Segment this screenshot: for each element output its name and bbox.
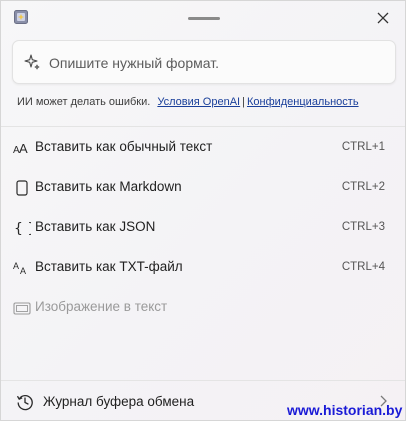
drag-handle[interactable] [188,17,220,20]
svg-text:A: A [19,141,28,155]
paste-txt-file-item[interactable]: A A Вставить как TXT-файл CTRL+4 [1,249,405,287]
shortcut-label: CTRL+4 [341,261,385,273]
privacy-link[interactable]: Конфиденциальность [247,96,359,108]
divider [1,380,405,381]
close-icon [377,12,389,24]
image-to-text-icon [13,300,31,316]
menu-item-label: Вставить как обычный текст [35,139,213,154]
close-button[interactable] [372,7,394,29]
paste-plain-text-item[interactable]: A A Вставить как обычный текст CTRL+1 [1,129,405,167]
advanced-paste-window: ИИ может делать ошибки. Условия OpenAI|К… [0,0,406,421]
format-prompt-input[interactable] [47,49,381,77]
menu-item-label: Вставить как TXT-файл [35,259,183,274]
history-icon [16,395,33,411]
app-icon [14,10,28,24]
ai-disclaimer: ИИ может делать ошибки. Условия OpenAI | К… [17,96,359,108]
menu-item-label: Вставить как JSON [35,219,156,234]
menu-item-label: Вставить как Markdown [35,179,182,194]
watermark: www.historian.by [287,402,403,418]
txt-file-icon: A A [13,260,31,276]
paste-markdown-item[interactable]: Вставить как Markdown CTRL+2 [1,169,405,207]
menu-item-label: Изображение в текст [35,299,168,314]
title-bar[interactable] [1,1,405,35]
prompt-box[interactable] [12,40,396,84]
sparkle-icon [24,54,40,70]
shortcut-label: CTRL+3 [341,221,385,233]
text-aa-icon: A A [13,140,31,156]
svg-text:A: A [13,261,19,271]
disclaimer-text: ИИ может делать ошибки. [17,96,151,108]
shortcut-label: CTRL+1 [341,141,385,153]
svg-text:{ }: { } [14,221,31,236]
openai-terms-link[interactable]: Условия OpenAI [157,96,240,108]
braces-icon: { } [13,220,31,236]
divider [1,126,405,127]
clipboard-history-label: Журнал буфера обмена [43,394,195,409]
svg-text:A: A [20,266,26,276]
paste-json-item[interactable]: { } Вставить как JSON CTRL+3 [1,209,405,247]
image-to-text-item: Изображение в текст [1,289,405,327]
link-separator: | [242,96,245,108]
markdown-doc-icon [13,180,31,196]
shortcut-label: CTRL+2 [341,181,385,193]
